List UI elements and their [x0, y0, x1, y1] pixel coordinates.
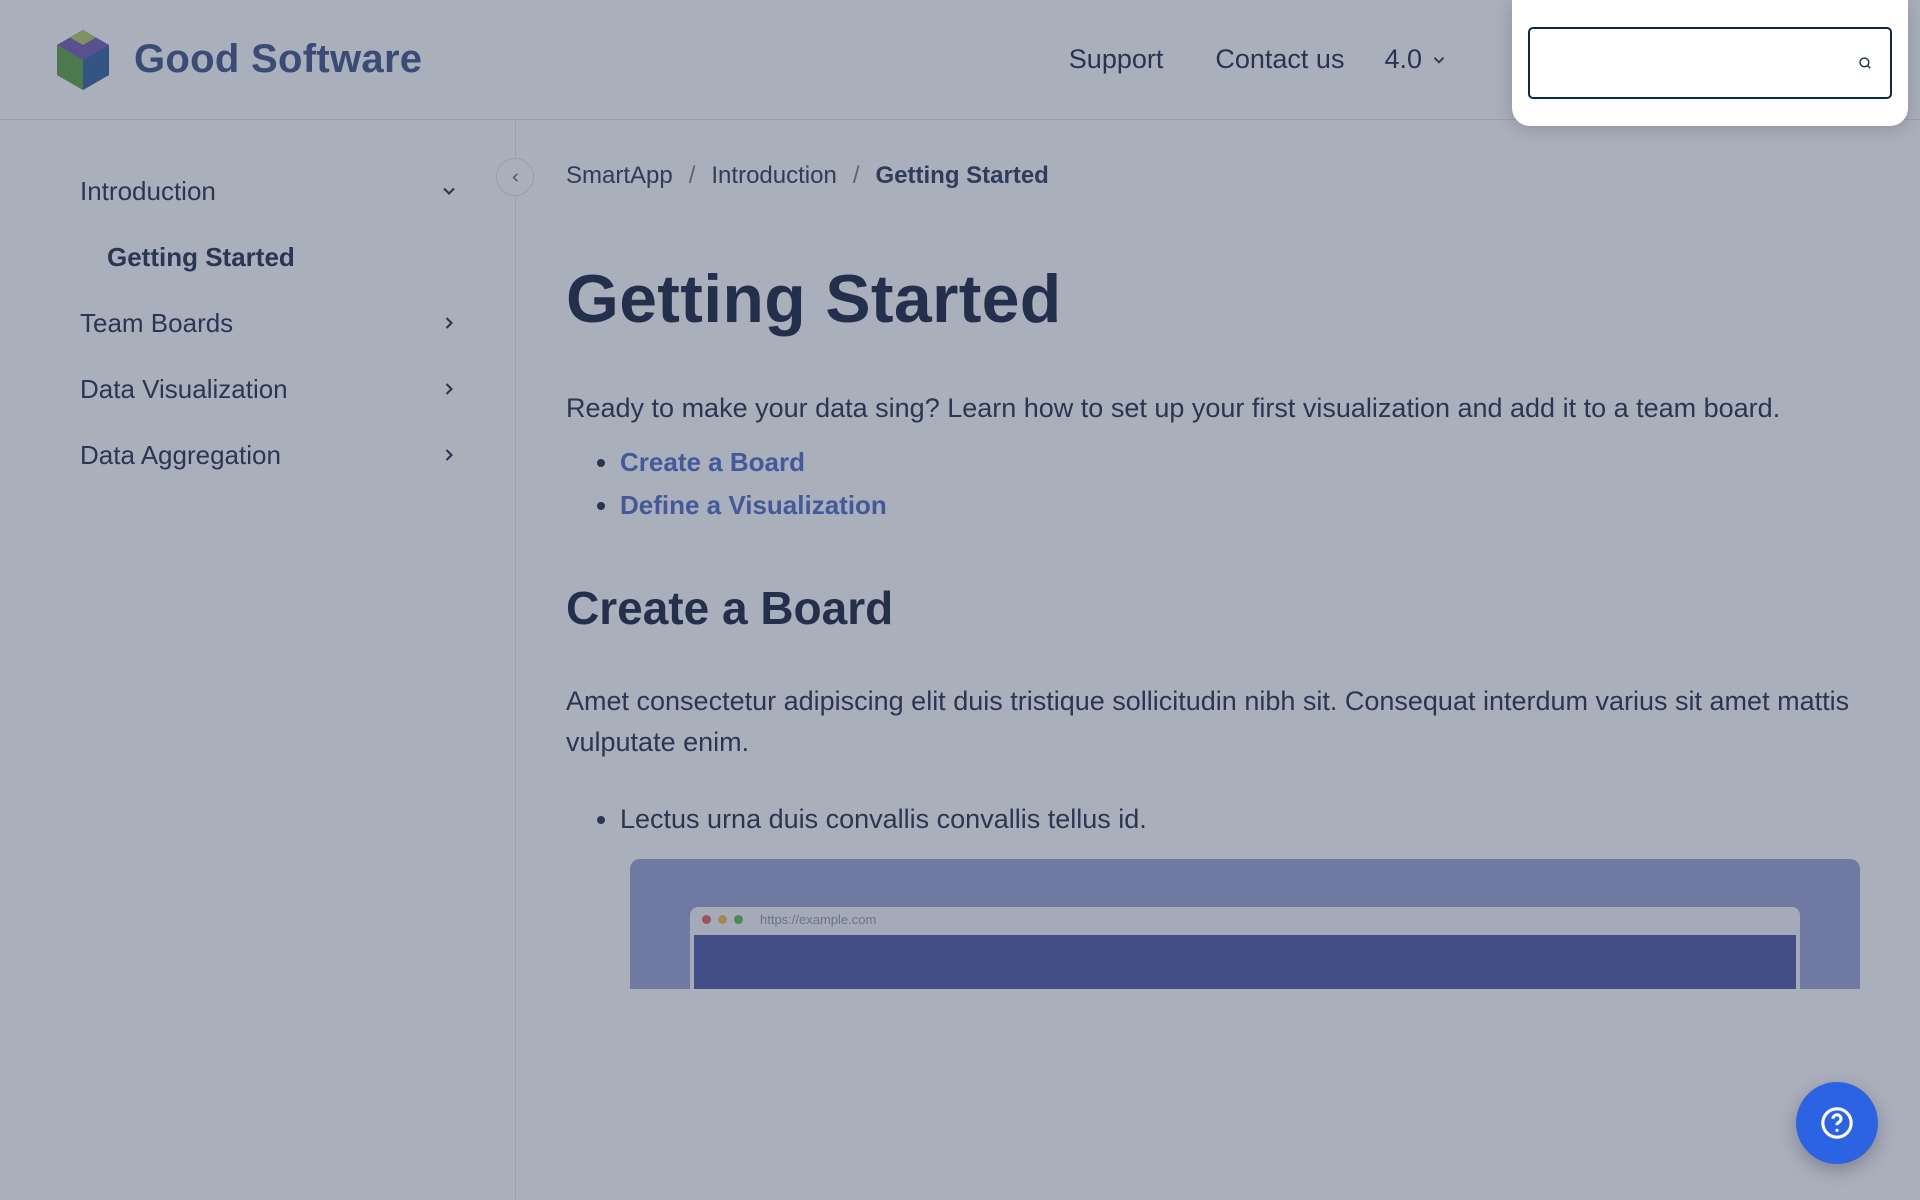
header-nav: Support Contact us: [1069, 44, 1345, 75]
nav-contact[interactable]: Contact us: [1215, 44, 1344, 75]
chevron-down-icon: [439, 181, 459, 201]
main-content: SmartApp / Introduction / Getting Starte…: [516, 120, 1920, 1200]
section-heading: Create a Board: [566, 581, 1852, 635]
chevron-right-icon: [439, 445, 459, 465]
chevron-down-icon: [1430, 51, 1448, 69]
breadcrumb: SmartApp / Introduction / Getting Starte…: [566, 162, 1852, 190]
sidebar-item-label: Getting Started: [107, 242, 295, 273]
chevron-right-icon: [439, 379, 459, 399]
breadcrumb-separator: /: [689, 162, 696, 190]
search-highlight: [1512, 0, 1908, 126]
sidebar-collapse-button[interactable]: [496, 158, 534, 196]
chevron-left-icon: [508, 170, 523, 185]
toc-link-create-board[interactable]: Create a Board: [620, 447, 805, 477]
breadcrumb-current: Getting Started: [875, 162, 1048, 190]
chevron-right-icon: [439, 313, 459, 333]
brand-name: Good Software: [134, 37, 422, 82]
sidebar-item-label: Data Visualization: [80, 374, 288, 405]
help-icon: [1820, 1106, 1854, 1140]
search-box[interactable]: [1528, 27, 1892, 99]
version-selector[interactable]: 4.0: [1384, 44, 1448, 75]
page-title: Getting Started: [566, 260, 1852, 338]
toc-item: Define a Visualization: [620, 490, 1852, 521]
brand[interactable]: Good Software: [54, 28, 422, 92]
help-button[interactable]: [1796, 1082, 1878, 1164]
nav-support[interactable]: Support: [1069, 44, 1164, 75]
page-toc: Create a Board Define a Visualization: [566, 447, 1852, 521]
section-body: Amet consectetur adipiscing elit duis tr…: [566, 681, 1852, 765]
version-label: 4.0: [1384, 44, 1422, 75]
breadcrumb-separator: /: [853, 162, 860, 190]
sidebar-item-data-visualization[interactable]: Data Visualization: [0, 356, 515, 422]
sidebar: Introduction Getting Started Team Boards…: [0, 120, 516, 1200]
section-list: Lectus urna duis convallis convallis tel…: [566, 804, 1852, 835]
sidebar-item-team-boards[interactable]: Team Boards: [0, 290, 515, 356]
sidebar-item-data-aggregation[interactable]: Data Aggregation: [0, 422, 515, 488]
list-item: Lectus urna duis convallis convallis tel…: [620, 804, 1852, 835]
mock-url-text: https://example.com: [760, 912, 876, 927]
toc-link-define-visualization[interactable]: Define a Visualization: [620, 490, 887, 520]
search-icon[interactable]: [1858, 47, 1872, 79]
illustration-image: https://example.com: [630, 859, 1860, 989]
intro-text: Ready to make your data sing? Learn how …: [566, 388, 1852, 429]
logo-icon: [54, 28, 112, 92]
window-controls-icon: [702, 915, 743, 924]
breadcrumb-item[interactable]: Introduction: [711, 162, 836, 190]
toc-item: Create a Board: [620, 447, 1852, 478]
breadcrumb-item[interactable]: SmartApp: [566, 162, 673, 190]
sidebar-item-label: Data Aggregation: [80, 440, 281, 471]
sidebar-item-introduction[interactable]: Introduction: [0, 158, 515, 224]
search-input[interactable]: [1548, 49, 1858, 77]
sidebar-item-label: Team Boards: [80, 308, 233, 339]
sidebar-item-label: Introduction: [80, 176, 216, 207]
sidebar-item-getting-started[interactable]: Getting Started: [0, 224, 515, 290]
